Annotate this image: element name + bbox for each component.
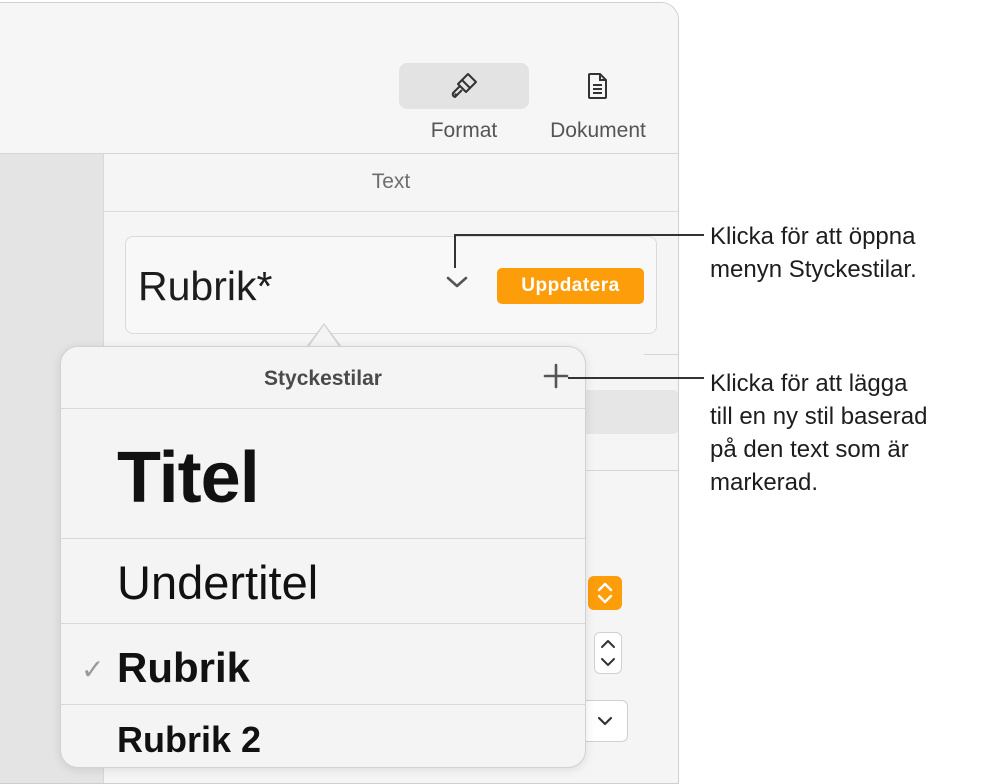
document-label: Dokument (550, 119, 646, 142)
font-style-popup-button[interactable] (588, 576, 622, 610)
callout-line: på den text som är (710, 436, 909, 463)
chevron-down-icon[interactable] (442, 267, 472, 297)
style-item-undertitel[interactable]: Undertitel (117, 555, 318, 610)
updown-chevron-icon (597, 582, 613, 604)
paintbrush-icon (449, 71, 479, 106)
paragraph-style-selector[interactable]: Rubrik* Uppdatera (125, 236, 657, 334)
sidebar-divider (584, 470, 678, 471)
format-toolbar-button[interactable] (399, 63, 529, 109)
add-style-plus-icon[interactable] (541, 361, 571, 391)
update-style-button[interactable]: Uppdatera (497, 268, 644, 304)
callout-line: till en ny stil baserad (710, 403, 928, 430)
font-size-stepper[interactable] (594, 632, 622, 674)
callout-leader-line (568, 377, 704, 379)
callout-leader-line (454, 234, 456, 268)
paragraph-styles-popover: Styckestilar Titel Undertitel ✓ Rubrik R… (60, 346, 586, 768)
popover-divider (61, 538, 585, 539)
format-label: Format (430, 119, 498, 142)
sidebar-divider (644, 354, 678, 355)
callout-add-style: Klicka för att lägga till en ny stil bas… (710, 367, 927, 499)
popover-divider (61, 704, 585, 705)
toolbar: Format Dokument (0, 3, 678, 154)
sidebar-divider (104, 211, 678, 212)
popover-divider (61, 408, 585, 409)
font-field[interactable] (574, 390, 678, 434)
popover-arrow-fill (308, 325, 340, 348)
document-toolbar-button[interactable] (533, 63, 663, 109)
style-item-rubrik-2[interactable]: Rubrik 2 (117, 719, 261, 761)
callout-open-menu: Klicka för att öppna menyn Styckestilar. (710, 220, 917, 286)
style-item-rubrik[interactable]: Rubrik (117, 644, 250, 692)
current-style-name: Rubrik* (138, 263, 273, 309)
document-icon (585, 71, 611, 106)
callout-line: Klicka för att lägga (710, 370, 908, 397)
popover-divider (61, 623, 585, 624)
callout-line: menyn Styckestilar. (710, 256, 917, 283)
sidebar-title: Text (371, 170, 411, 193)
callout-line: Klicka för att öppna (710, 223, 916, 250)
popover-title: Styckestilar (264, 367, 382, 390)
callout-leader-line (454, 234, 704, 236)
callout-line: markerad. (710, 469, 819, 496)
checkmark-icon: ✓ (81, 654, 105, 685)
stepper-arrows-icon (601, 640, 615, 666)
style-item-titel[interactable]: Titel (117, 437, 260, 519)
